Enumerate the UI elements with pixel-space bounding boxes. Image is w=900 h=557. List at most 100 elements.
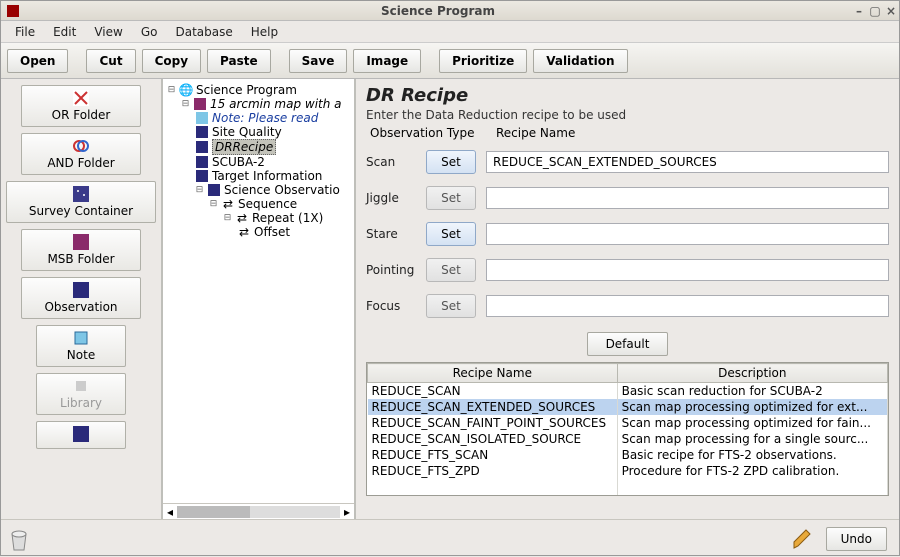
row-label-stare: Stare bbox=[366, 227, 426, 241]
window-title: Science Program bbox=[25, 4, 851, 18]
tree-node-note[interactable]: Note: Please read bbox=[212, 111, 318, 125]
tree-expander[interactable]: ⊟ bbox=[167, 86, 176, 95]
prioritize-button[interactable]: Prioritize bbox=[439, 49, 527, 73]
default-button[interactable]: Default bbox=[587, 332, 669, 356]
save-button[interactable]: Save bbox=[289, 49, 348, 73]
set-button-focus: Set bbox=[426, 294, 476, 318]
and-folder-icon bbox=[73, 138, 89, 154]
palette: OR Folder AND Folder Survey Container MS… bbox=[1, 79, 161, 519]
table-row[interactable]: REDUCE_SCAN_FAINT_POINT_SOURCESScan map … bbox=[368, 415, 888, 431]
offset-icon: ⇄ bbox=[237, 225, 251, 239]
msb-icon bbox=[73, 234, 89, 250]
program-icon: 🌐 bbox=[179, 83, 193, 97]
menubar: File Edit View Go Database Help bbox=[1, 21, 899, 43]
row-label-focus: Focus bbox=[366, 299, 426, 313]
palette-note[interactable]: Note bbox=[36, 325, 126, 367]
tree-node-msb[interactable]: 15 arcmin map with a bbox=[210, 97, 342, 111]
menu-help[interactable]: Help bbox=[243, 23, 286, 41]
library-icon bbox=[73, 378, 89, 394]
set-button-jiggle: Set bbox=[426, 186, 476, 210]
palette-label: OR Folder bbox=[52, 108, 111, 122]
table-row[interactable]: REDUCE_FTS_SCANBasic recipe for FTS-2 ob… bbox=[368, 447, 888, 463]
palette-or-folder[interactable]: OR Folder bbox=[21, 85, 141, 127]
survey-icon bbox=[73, 186, 89, 202]
minimize-button[interactable]: – bbox=[851, 4, 867, 18]
tree-node-drrecipe[interactable]: DRRecipe bbox=[212, 139, 276, 155]
folder-icon bbox=[193, 97, 207, 111]
recipe-field-focus[interactable] bbox=[486, 295, 889, 317]
titlebar: Science Program – ▢ × bbox=[1, 1, 899, 21]
obs-icon bbox=[73, 282, 89, 298]
palette-label: MSB Folder bbox=[47, 252, 114, 266]
set-button-scan[interactable]: Set bbox=[426, 150, 476, 174]
component-icon bbox=[195, 155, 209, 169]
tree-node-sequence[interactable]: Sequence bbox=[238, 197, 297, 211]
horizontal-scrollbar-thumb[interactable] bbox=[177, 506, 250, 518]
cut-button[interactable]: Cut bbox=[86, 49, 135, 73]
trash-icon[interactable] bbox=[6, 526, 32, 552]
palette-library: Library bbox=[36, 373, 126, 415]
table-row[interactable]: REDUCE_SCANBasic scan reduction for SCUB… bbox=[368, 383, 888, 400]
tree-expander[interactable]: ⊟ bbox=[209, 200, 218, 209]
row-label-pointing: Pointing bbox=[366, 263, 426, 277]
set-button-stare[interactable]: Set bbox=[426, 222, 476, 246]
validation-button[interactable]: Validation bbox=[533, 49, 627, 73]
tree-view[interactable]: ⊟🌐Science Program ⊟15 arcmin map with a … bbox=[161, 79, 356, 519]
recipe-field-stare[interactable] bbox=[486, 223, 889, 245]
paste-button[interactable]: Paste bbox=[207, 49, 271, 73]
row-label-scan: Scan bbox=[366, 155, 426, 169]
table-row[interactable]: REDUCE_SCAN_EXTENDED_SOURCESScan map pro… bbox=[368, 399, 888, 415]
palette-blank[interactable] bbox=[36, 421, 126, 449]
tree-node-sciobs[interactable]: Science Observatio bbox=[224, 183, 340, 197]
close-button[interactable]: × bbox=[883, 4, 899, 18]
palette-survey-container[interactable]: Survey Container bbox=[6, 181, 156, 223]
menu-go[interactable]: Go bbox=[133, 23, 166, 41]
recipe-field-jiggle[interactable] bbox=[486, 187, 889, 209]
palette-label: Survey Container bbox=[29, 204, 133, 218]
col-description[interactable]: Description bbox=[617, 364, 887, 383]
tree-node-target[interactable]: Target Information bbox=[212, 169, 322, 183]
scroll-right[interactable]: ▸ bbox=[340, 505, 354, 519]
copy-button[interactable]: Copy bbox=[142, 49, 201, 73]
repeat-icon: ⇄ bbox=[235, 211, 249, 225]
image-button[interactable]: Image bbox=[353, 49, 421, 73]
pencil-icon bbox=[790, 526, 816, 552]
menu-view[interactable]: View bbox=[86, 23, 130, 41]
panel-title: DR Recipe bbox=[366, 85, 889, 106]
undo-button[interactable]: Undo bbox=[826, 527, 887, 551]
palette-and-folder[interactable]: AND Folder bbox=[21, 133, 141, 175]
blank-icon bbox=[73, 426, 89, 442]
tree-node-scuba2[interactable]: SCUBA-2 bbox=[212, 155, 265, 169]
tree-node-repeat[interactable]: Repeat (1X) bbox=[252, 211, 323, 225]
palette-observation[interactable]: Observation bbox=[21, 277, 141, 319]
palette-label: Library bbox=[60, 396, 102, 410]
recipe-field-scan[interactable]: REDUCE_SCAN_EXTENDED_SOURCES bbox=[486, 151, 889, 173]
menu-file[interactable]: File bbox=[7, 23, 43, 41]
app-icon bbox=[7, 5, 19, 17]
or-folder-icon bbox=[73, 90, 89, 106]
palette-label: Note bbox=[67, 348, 95, 362]
sequence-icon: ⇄ bbox=[221, 197, 235, 211]
maximize-button[interactable]: ▢ bbox=[867, 4, 883, 18]
tree-node-sitequality[interactable]: Site Quality bbox=[212, 125, 282, 139]
tree-expander[interactable]: ⊟ bbox=[181, 100, 190, 109]
tree-node-offset[interactable]: Offset bbox=[254, 225, 290, 239]
set-button-pointing: Set bbox=[426, 258, 476, 282]
table-row[interactable]: REDUCE_SCAN_ISOLATED_SOURCEScan map proc… bbox=[368, 431, 888, 447]
scroll-left[interactable]: ◂ bbox=[163, 505, 177, 519]
menu-database[interactable]: Database bbox=[167, 23, 240, 41]
recipe-field-pointing[interactable] bbox=[486, 259, 889, 281]
palette-msb-folder[interactable]: MSB Folder bbox=[21, 229, 141, 271]
open-button[interactable]: Open bbox=[7, 49, 68, 73]
recipe-table[interactable]: Recipe Name Description REDUCE_SCANBasic… bbox=[366, 362, 889, 496]
tree-root[interactable]: Science Program bbox=[196, 83, 297, 97]
footer: Undo bbox=[1, 519, 899, 557]
component-icon bbox=[195, 125, 209, 139]
menu-edit[interactable]: Edit bbox=[45, 23, 84, 41]
col-recipe-name[interactable]: Recipe Name bbox=[368, 364, 618, 383]
tree-expander[interactable]: ⊟ bbox=[223, 214, 232, 223]
tree-expander[interactable]: ⊟ bbox=[195, 186, 204, 195]
table-row[interactable]: REDUCE_FTS_ZPDProcedure for FTS-2 ZPD ca… bbox=[368, 463, 888, 479]
header-recipe-name: Recipe Name bbox=[496, 126, 575, 140]
panel-subtitle: Enter the Data Reduction recipe to be us… bbox=[366, 108, 889, 122]
